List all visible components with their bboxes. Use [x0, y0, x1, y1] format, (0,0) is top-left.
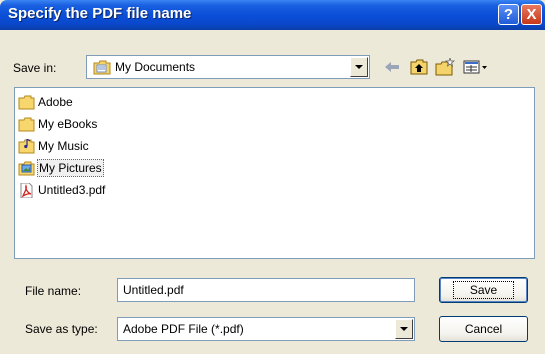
cancel-button-label: Cancel — [464, 322, 503, 336]
close-button[interactable]: X — [521, 4, 542, 25]
file-name: Untitled3.pdf — [38, 183, 106, 197]
save-dialog: Specify the PDF file name ? X Save in: M… — [0, 0, 545, 354]
chevron-down-icon[interactable] — [395, 319, 413, 339]
list-item[interactable]: My Music — [18, 136, 90, 156]
help-button[interactable]: ? — [498, 4, 519, 25]
back-arrow-icon — [385, 62, 399, 72]
view-menu-icon — [463, 60, 487, 74]
folder-icon — [18, 95, 35, 109]
up-one-level-button[interactable] — [408, 57, 430, 77]
new-folder-icon — [435, 58, 455, 76]
music-folder-icon — [18, 138, 35, 153]
pictures-folder-icon — [18, 161, 35, 175]
save-in-label: Save in: — [13, 61, 57, 75]
file-name: My eBooks — [38, 117, 98, 131]
list-item[interactable]: My Pictures — [18, 158, 104, 178]
pdf-file-icon — [20, 182, 33, 198]
list-item[interactable]: Adobe — [18, 92, 74, 112]
my-documents-icon — [93, 59, 111, 78]
save-as-type-dropdown[interactable]: Adobe PDF File (*.pdf) — [117, 317, 415, 341]
title-bar[interactable]: Specify the PDF file name ? X — [0, 0, 545, 30]
new-folder-button[interactable] — [434, 57, 456, 77]
save-button-label: Save — [452, 281, 515, 299]
view-menu-button[interactable] — [462, 57, 490, 77]
file-name: My Pictures — [37, 159, 104, 177]
file-list[interactable]: Adobe My eBooks My Music My Pictures Unt… — [14, 87, 535, 259]
back-button[interactable] — [382, 57, 402, 77]
file-name-value: Untitled.pdf — [123, 283, 184, 297]
folder-icon — [18, 117, 35, 131]
list-item[interactable]: Untitled3.pdf — [18, 180, 106, 200]
save-in-value: My Documents — [115, 60, 196, 74]
up-folder-icon — [410, 59, 428, 75]
save-in-dropdown[interactable]: My Documents — [86, 55, 370, 79]
file-name: Adobe — [38, 95, 73, 109]
save-button[interactable]: Save — [439, 277, 528, 303]
save-as-type-label: Save as type: — [25, 322, 98, 336]
close-icon: X — [526, 6, 537, 23]
cancel-button[interactable]: Cancel — [439, 316, 528, 342]
chevron-down-icon[interactable] — [350, 57, 368, 77]
list-item[interactable]: My eBooks — [18, 114, 98, 134]
file-name-label: File name: — [25, 284, 82, 298]
window-title: Specify the PDF file name — [8, 5, 192, 22]
help-icon: ? — [503, 6, 514, 23]
file-name: My Music — [38, 139, 89, 153]
file-name-field[interactable]: Untitled.pdf — [117, 278, 415, 302]
save-as-type-value: Adobe PDF File (*.pdf) — [123, 322, 244, 336]
